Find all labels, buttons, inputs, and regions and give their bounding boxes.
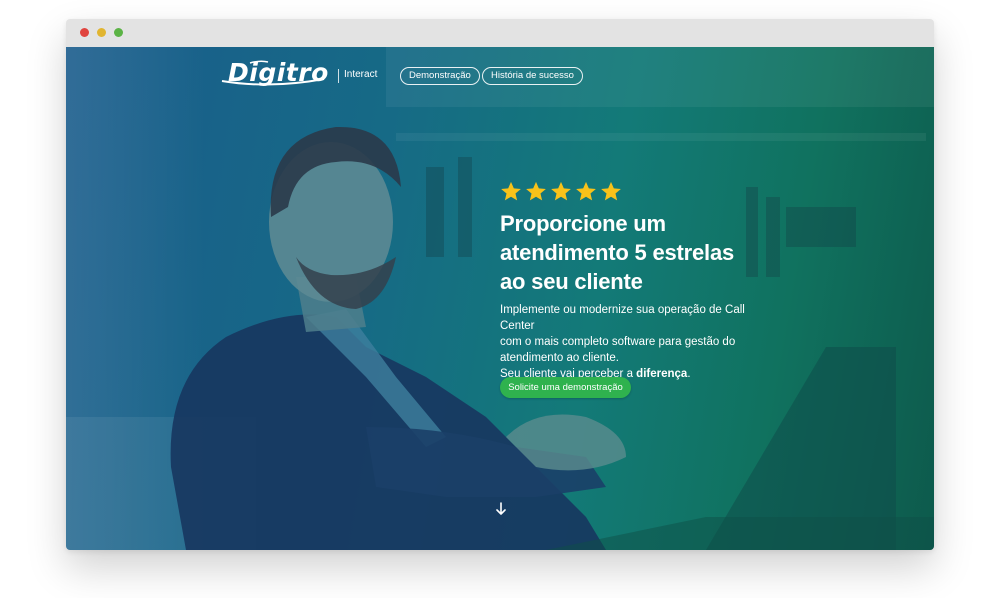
arrow-down-icon[interactable]	[495, 502, 507, 516]
star-icon	[550, 181, 572, 203]
product-name: Interact	[344, 69, 378, 80]
request-demo-button[interactable]: Solicite uma demonstração	[500, 377, 631, 398]
browser-window: Digitro Interact Demonstração História d…	[66, 19, 934, 550]
description-line: Implemente ou modernize sua operação de …	[500, 304, 745, 332]
hero-section: Digitro Interact Demonstração História d…	[66, 47, 934, 550]
minimize-window-button[interactable]	[97, 28, 106, 37]
description-line: com o mais completo software para gestão…	[500, 336, 736, 348]
headline-line: Proporcione um	[500, 211, 666, 236]
nav-demo-link[interactable]: Demonstração	[400, 67, 480, 85]
hero-headline: Proporcione um atendimento 5 estrelas ao…	[500, 209, 800, 296]
star-icon	[525, 181, 547, 203]
closing-punctuation: .	[687, 368, 691, 380]
headline-line: atendimento 5 estrelas	[500, 240, 735, 265]
nav-divider	[338, 69, 339, 83]
description-line: atendimento ao cliente.	[500, 352, 619, 364]
maximize-window-button[interactable]	[114, 28, 123, 37]
browser-titlebar	[66, 19, 934, 47]
brand-logo[interactable]: Digitro	[220, 58, 330, 89]
closing-emphasis: diferença	[636, 368, 688, 380]
star-icon	[500, 181, 522, 203]
logo-text: Digitro	[228, 58, 329, 87]
top-navigation: Digitro Interact Demonstração História d…	[66, 47, 934, 107]
nav-success-story-link[interactable]: História de sucesso	[482, 67, 583, 85]
close-window-button[interactable]	[80, 28, 89, 37]
rating-stars	[500, 181, 800, 203]
star-icon	[600, 181, 622, 203]
star-icon	[575, 181, 597, 203]
headline-line: ao seu cliente	[500, 269, 643, 294]
hero-content: Proporcione um atendimento 5 estrelas ao…	[500, 181, 800, 398]
hero-description: Implemente ou modernize sua operação de …	[500, 302, 780, 382]
